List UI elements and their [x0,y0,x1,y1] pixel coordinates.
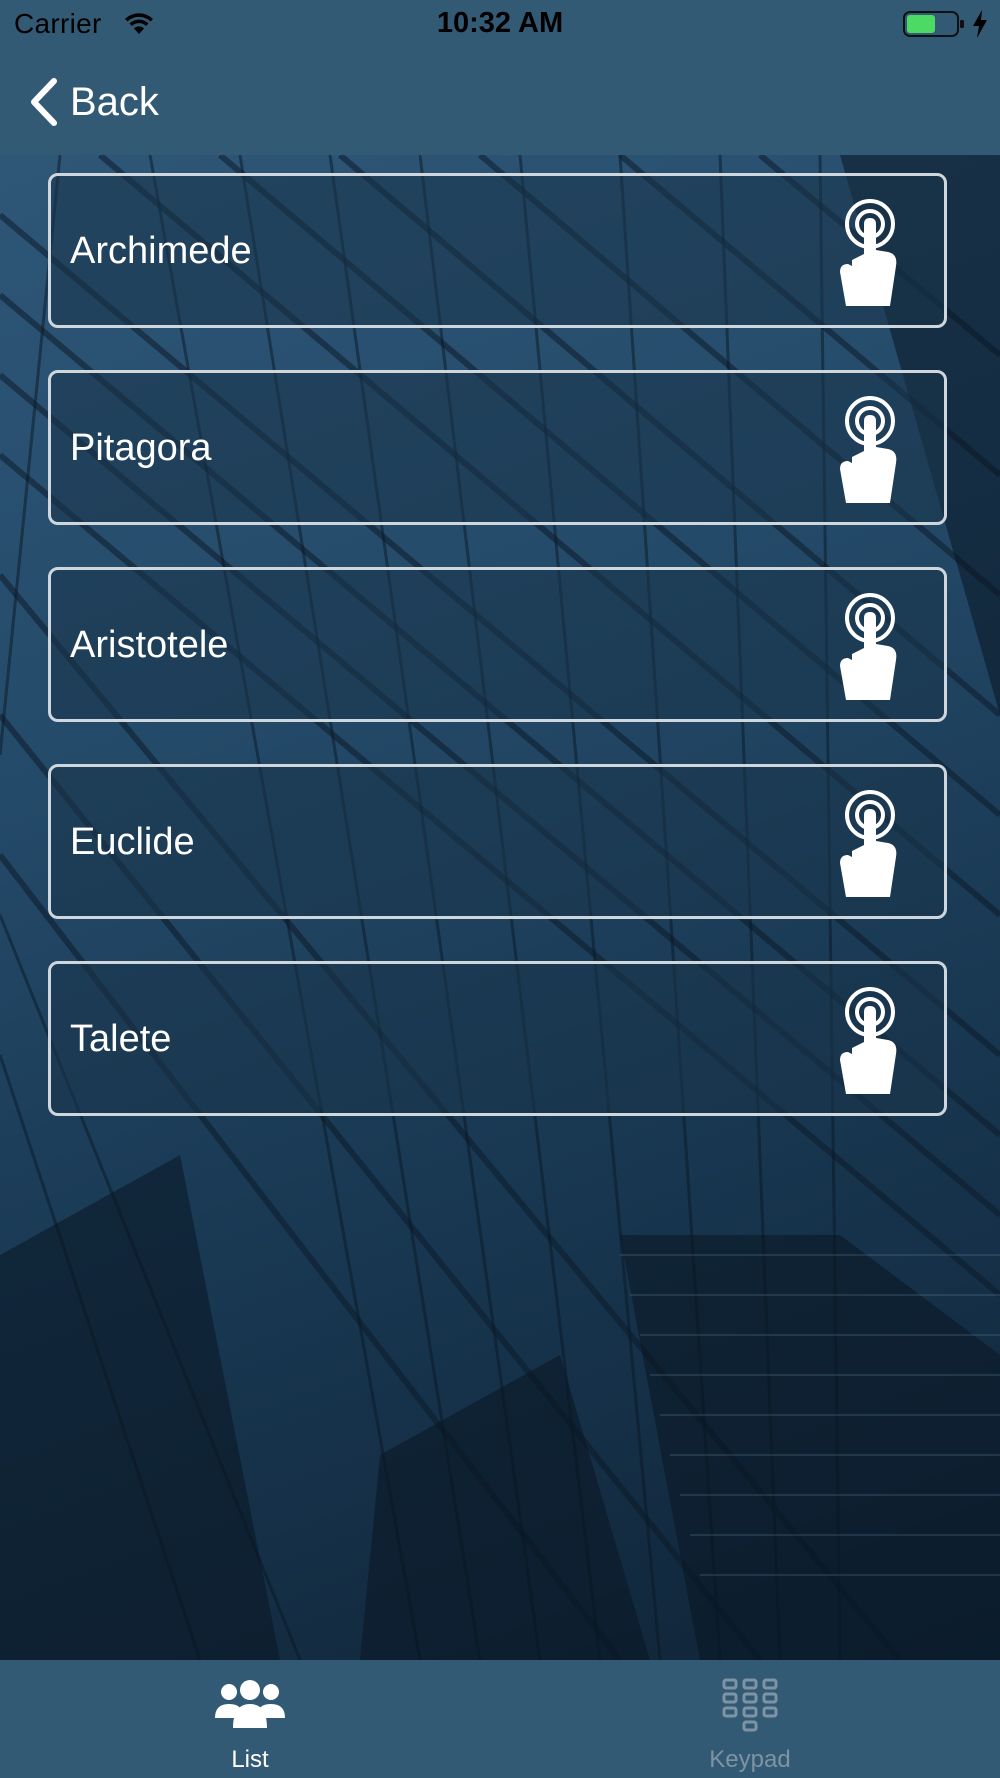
list: Archimede Pitagora Aristotele Euclide Ta… [48,173,952,1158]
tab-keypad-label: Keypad [709,1746,791,1773]
back-button[interactable]: Back [28,74,159,130]
list-item-label: Euclide [70,821,195,863]
list-item-label: Aristotele [70,624,229,666]
navigation-bar: Back [0,50,1000,155]
charging-bolt-icon [973,10,987,38]
list-item-talete[interactable]: Talete [48,961,947,1116]
tab-list-label: List [231,1746,269,1773]
list-item-label: Talete [70,1018,172,1060]
list-item-euclide[interactable]: Euclide [48,764,947,919]
back-label: Back [70,79,159,124]
battery-icon [903,11,964,37]
tap-hand-icon [840,790,897,897]
list-item-aristotele[interactable]: Aristotele [48,567,947,722]
keypad-icon [722,1678,778,1732]
clock: 10:32 AM [436,7,564,39]
tap-hand-icon [840,396,897,503]
tab-bar: List Keypad [0,1660,1000,1778]
list-item-label: Pitagora [70,427,212,469]
list-item-pitagora[interactable]: Pitagora [48,370,947,525]
tab-keypad[interactable]: Keypad [500,1660,1000,1778]
status-bar: Carrier 10:32 AM [0,0,1000,50]
list-item-label: Archimede [70,230,252,272]
tap-hand-icon [840,593,897,700]
chevron-left-icon [31,78,57,126]
tap-hand-icon [840,199,897,306]
list-item-archimede[interactable]: Archimede [48,173,947,328]
tap-hand-icon [840,987,897,1094]
people-group-icon [215,1680,285,1728]
tab-list[interactable]: List [0,1660,500,1778]
